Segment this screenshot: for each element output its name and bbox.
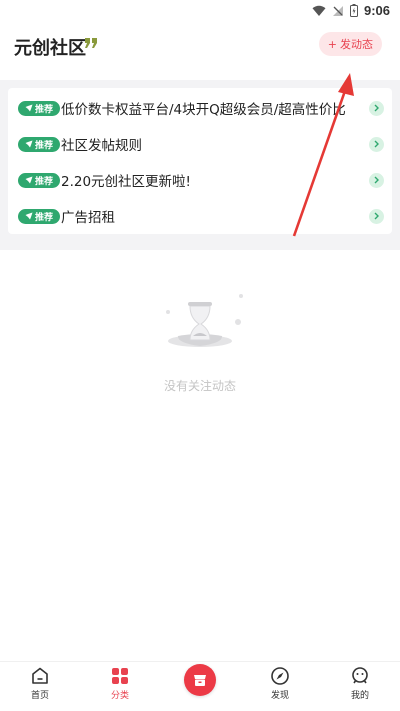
nav-label: 发现: [270, 691, 289, 701]
rocket-icon: [25, 176, 33, 184]
recommend-tag: 推荐: [18, 100, 60, 116]
rocket-icon: [25, 212, 33, 220]
tag-label: 推荐: [34, 212, 53, 223]
shop-button[interactable]: [184, 664, 216, 696]
announcement-list: 推荐 低价数卡权益平台/4块开Q超级会员/超高性价比 推荐 社区发帖规则 推荐 …: [8, 88, 392, 234]
chevron-right-icon: [369, 136, 384, 152]
grid-icon: [112, 668, 128, 684]
list-item[interactable]: 推荐 社区发帖规则: [8, 126, 392, 162]
nav-profile[interactable]: 我的: [330, 666, 390, 701]
chevron-right-icon: [369, 208, 384, 224]
status-icons: 9:06: [312, 3, 390, 18]
plus-icon: +: [327, 37, 337, 51]
rocket-icon: [25, 140, 33, 148]
empty-state-text: 没有关注动态: [163, 379, 236, 393]
shop-icon: [194, 675, 206, 686]
no-signal-icon: [332, 5, 343, 16]
announcement-text: 低价数卡权益平台/4块开Q超级会员/超高性价比: [61, 102, 346, 118]
recommend-tag: 推荐: [18, 208, 60, 224]
list-item[interactable]: 推荐 2.20元创社区更新啦!: [8, 162, 392, 198]
quote-icon: [85, 38, 97, 48]
tag-label: 推荐: [34, 176, 53, 187]
tag-label: 推荐: [34, 104, 53, 115]
wifi-icon: [312, 5, 326, 16]
list-item[interactable]: 推荐 广告招租: [8, 198, 392, 234]
nav-category[interactable]: 分类: [90, 666, 150, 701]
list-item[interactable]: 推荐 低价数卡权益平台/4块开Q超级会员/超高性价比: [8, 90, 392, 126]
announcement-text: 2.20元创社区更新啦!: [61, 174, 191, 190]
status-time: 9:06: [363, 3, 390, 18]
status-bar: 9:06: [0, 0, 400, 24]
recommend-tag: 推荐: [18, 136, 60, 152]
chevron-right-icon: [369, 172, 384, 188]
announcement-text: 广告招租: [61, 210, 115, 226]
profile-icon: [352, 667, 368, 684]
recommend-tag: 推荐: [18, 172, 60, 188]
nav-home[interactable]: 首页: [10, 666, 70, 701]
battery-icon: [349, 4, 358, 17]
tag-label: 推荐: [34, 140, 53, 151]
chevron-right-icon: [369, 100, 384, 116]
nav-label: 分类: [110, 691, 129, 701]
rocket-icon: [25, 104, 33, 112]
compass-icon: [271, 667, 289, 685]
nav-discover[interactable]: 发现: [250, 666, 310, 701]
announcement-text: 社区发帖规则: [61, 138, 142, 154]
post-button-label: 发动态: [340, 38, 373, 51]
page-title: 元创社区: [14, 38, 86, 59]
home-icon: [32, 667, 48, 684]
nav-label: 首页: [30, 691, 49, 701]
post-button[interactable]: + 发动态: [318, 32, 382, 56]
header: 元创社区 + 发动态: [0, 26, 400, 64]
nav-label: 我的: [350, 691, 369, 701]
